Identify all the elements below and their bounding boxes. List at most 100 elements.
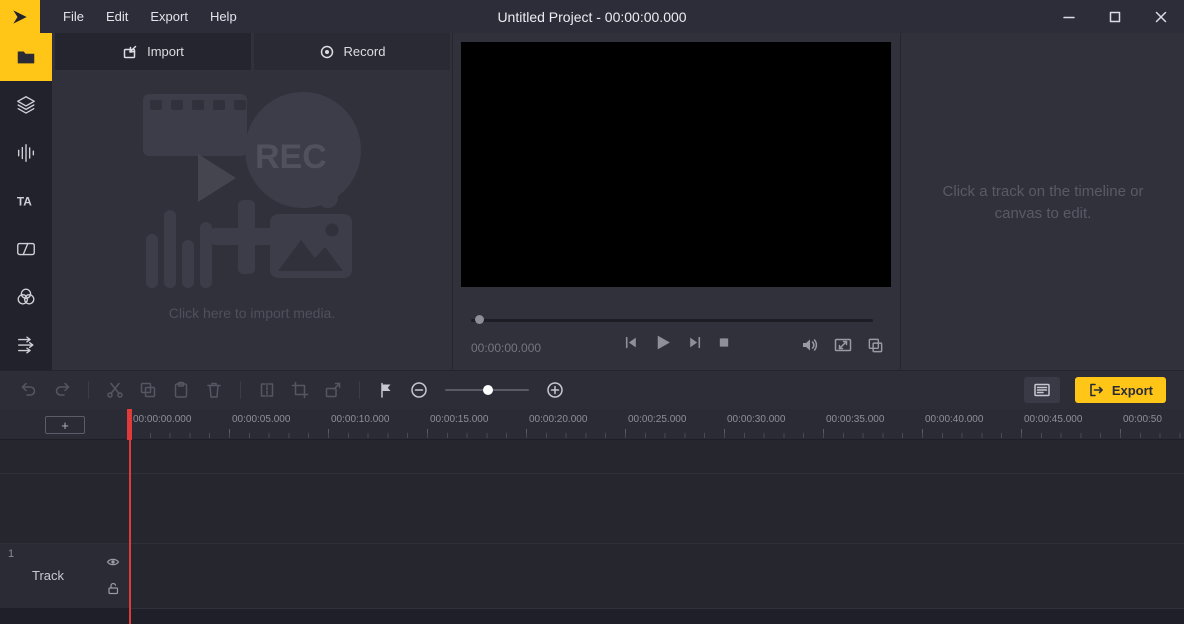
track-lock-toggle[interactable]: [106, 581, 120, 595]
duplicate-icon: [867, 337, 884, 354]
track-visibility-toggle[interactable]: [106, 555, 120, 569]
sidebar-item-media[interactable]: [0, 33, 52, 81]
split-button[interactable]: [254, 377, 280, 403]
tab-record-label: Record: [344, 44, 386, 59]
sidebar-item-filters[interactable]: [0, 273, 52, 321]
maximize-button[interactable]: [1092, 0, 1138, 33]
tab-record[interactable]: Record: [254, 33, 450, 70]
timeline-zoom-slider[interactable]: [445, 389, 529, 391]
duplicate-view-button[interactable]: [867, 337, 884, 354]
import-dropzone[interactable]: REC: [140, 88, 364, 293]
app-logo[interactable]: [0, 0, 40, 33]
previous-frame-icon: [623, 335, 638, 350]
ruler-label: 00:00:10.000: [331, 414, 389, 425]
menu-help[interactable]: Help: [199, 0, 248, 33]
import-hint[interactable]: Click here to import media.: [52, 305, 452, 321]
rec-label: REC: [255, 138, 327, 176]
detach-button[interactable]: [320, 377, 346, 403]
undo-icon: [20, 381, 38, 399]
export-icon: [1088, 382, 1104, 398]
volume-button[interactable]: [801, 336, 819, 354]
ruler-label: 00:00:05.000: [232, 414, 290, 425]
ruler-label: 00:00:00.000: [133, 414, 191, 425]
copy-button[interactable]: [135, 377, 161, 403]
ruler-label: 00:00:25.000: [628, 414, 686, 425]
track-name: Track: [18, 568, 78, 583]
undo-button[interactable]: [16, 377, 42, 403]
render-list-button[interactable]: [1024, 377, 1060, 403]
redo-button[interactable]: [49, 377, 75, 403]
video-canvas[interactable]: [461, 42, 891, 287]
sidebar-item-audio[interactable]: [0, 129, 52, 177]
import-placeholder-graphic: REC: [140, 88, 364, 293]
seek-bar[interactable]: [471, 315, 873, 325]
paste-icon: [172, 381, 190, 399]
timeline-ruler[interactable]: + 00:00:00.000 00:00:05.000 00:00:10.000…: [0, 409, 1184, 440]
next-frame-icon: [687, 335, 702, 350]
eye-icon: [106, 555, 120, 569]
track-number: 1: [8, 548, 14, 560]
sidebar-item-text[interactable]: TA: [0, 177, 52, 225]
ruler-label: 00:00:40.000: [925, 414, 983, 425]
sidebar-item-transitions[interactable]: [0, 225, 52, 273]
maximize-icon: [1109, 11, 1121, 23]
timeline-lane[interactable]: [0, 544, 1184, 609]
previous-frame-button[interactable]: [623, 335, 638, 350]
seek-handle[interactable]: [475, 315, 484, 324]
ruler-label: 00:00:30.000: [727, 414, 785, 425]
playhead[interactable]: [129, 409, 131, 624]
playback-time: 00:00:00.000: [471, 341, 541, 355]
titlebar: File Edit Export Help Untitled Project -…: [0, 0, 1184, 33]
ruler-label: 00:00:45.000: [1024, 414, 1082, 425]
cut-button[interactable]: [102, 377, 128, 403]
resize-canvas-button[interactable]: [834, 336, 852, 354]
add-track-button[interactable]: +: [45, 416, 85, 434]
export-button-label: Export: [1112, 383, 1153, 398]
close-button[interactable]: [1138, 0, 1184, 33]
zoom-out-icon: [410, 381, 428, 399]
sidebar-item-animations[interactable]: [0, 321, 52, 369]
export-button[interactable]: Export: [1075, 377, 1166, 403]
transport-controls: [623, 333, 730, 352]
main-area: TA Import: [0, 33, 1184, 370]
playhead-handle[interactable]: [127, 409, 132, 440]
timeline-lane[interactable]: [0, 440, 1184, 474]
zoom-in-icon: [546, 381, 564, 399]
toolbar-divider: [359, 381, 360, 399]
cut-icon: [106, 381, 124, 399]
menu-edit[interactable]: Edit: [95, 0, 139, 33]
zoom-in-button[interactable]: [542, 377, 568, 403]
menu-export[interactable]: Export: [139, 0, 199, 33]
zoom-slider-handle[interactable]: [483, 385, 493, 395]
preview-panel: 00:00:00.000: [452, 33, 900, 370]
sidebar-item-layers[interactable]: [0, 81, 52, 129]
minimize-button[interactable]: [1046, 0, 1092, 33]
play-button[interactable]: [653, 333, 672, 352]
stop-button[interactable]: [717, 336, 730, 349]
animation-icon: [15, 334, 37, 356]
sidebar: TA: [0, 33, 52, 370]
paste-button[interactable]: [168, 377, 194, 403]
toolbar-divider: [88, 381, 89, 399]
media-list-icon: [1033, 381, 1051, 399]
stop-icon: [717, 336, 730, 349]
track-header[interactable]: 1 Track: [0, 544, 130, 609]
seek-track[interactable]: [471, 319, 873, 322]
svg-text:TA: TA: [17, 195, 32, 209]
ruler-label: 00:00:35.000: [826, 414, 884, 425]
tab-import[interactable]: Import: [55, 33, 251, 70]
redo-icon: [53, 381, 71, 399]
menu-file[interactable]: File: [52, 0, 95, 33]
crop-button[interactable]: [287, 377, 313, 403]
next-frame-button[interactable]: [687, 335, 702, 350]
crop-icon: [291, 381, 309, 399]
app-logo-icon: [10, 7, 30, 27]
zoom-out-button[interactable]: [406, 377, 432, 403]
marker-button[interactable]: [373, 377, 399, 403]
filters-icon: [15, 286, 37, 308]
speaker-icon: [801, 336, 819, 354]
timeline-below-tracks: [0, 609, 1184, 624]
fit-screen-icon: [834, 336, 852, 354]
timeline-lane[interactable]: [0, 474, 1184, 544]
delete-button[interactable]: [201, 377, 227, 403]
